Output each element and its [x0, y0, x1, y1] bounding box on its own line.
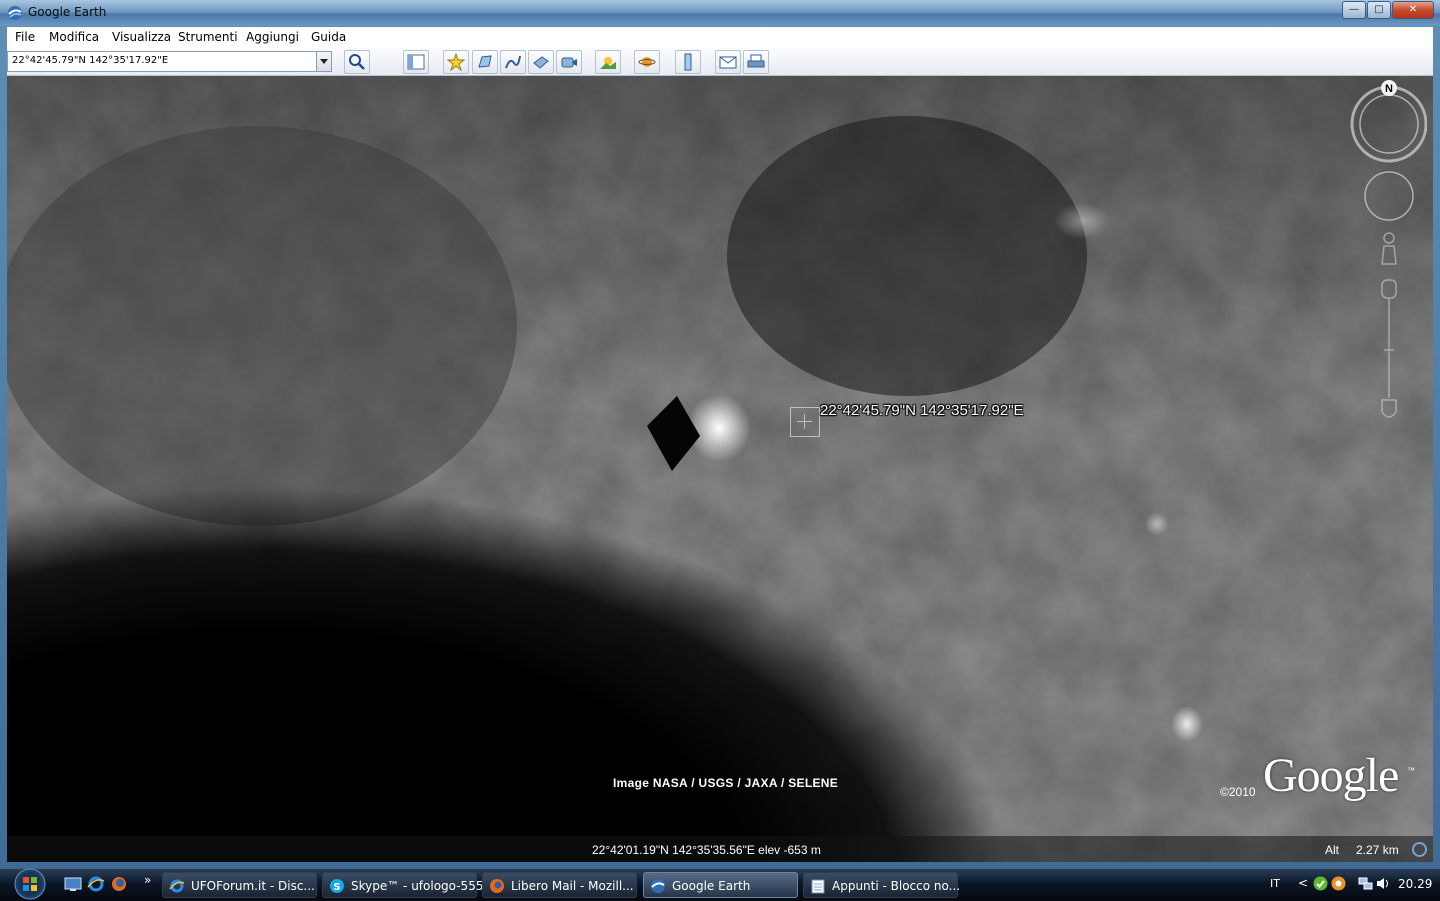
taskbar-item-label: Appunti - Blocco no...	[832, 879, 961, 893]
copyright-year: ©2010	[1220, 785, 1256, 799]
record-tour-button[interactable]	[556, 50, 582, 74]
title-bar[interactable]: Google Earth — □ ✕	[0, 0, 1440, 26]
clock[interactable]: 20.29	[1398, 877, 1432, 891]
search-input-value: 22°42'45.79"N 142°35'17.92"E	[12, 55, 169, 66]
search-button[interactable]	[344, 50, 370, 74]
compass-north-label: N	[1385, 83, 1393, 95]
add-image-overlay-button[interactable]	[528, 50, 554, 74]
placemark-icon	[447, 53, 465, 71]
add-path-button[interactable]	[500, 50, 526, 74]
notepad-icon	[811, 879, 825, 894]
email-icon	[719, 56, 737, 69]
menu-visualizza[interactable]: Visualizza	[112, 30, 171, 44]
firefox-icon[interactable]	[110, 875, 128, 893]
print-button[interactable]	[743, 50, 769, 74]
altitude-label: Alt	[1325, 843, 1340, 857]
volume-icon[interactable]	[1376, 876, 1391, 891]
google-earth-app-icon	[8, 6, 22, 20]
search-dropdown-button[interactable]	[316, 52, 331, 71]
internet-explorer-icon[interactable]	[87, 875, 105, 893]
placemark-label[interactable]: 22°42'45.79"N 142°35'17.92"E	[820, 402, 1024, 419]
skype-icon: S	[330, 879, 344, 893]
show-desktop-icon[interactable]	[64, 875, 82, 893]
show-hidden-icons-button[interactable]: <	[1298, 876, 1308, 890]
taskbar-item-libero-mail[interactable]: Libero Mail - Mozill...	[482, 872, 637, 898]
record-tour-icon	[561, 57, 577, 68]
svg-text:S: S	[333, 882, 340, 893]
menu-guida[interactable]: Guida	[311, 30, 346, 44]
maximize-button[interactable]: □	[1367, 1, 1391, 19]
sidebar-icon	[407, 54, 425, 70]
logo-trademark: ™	[1407, 766, 1415, 775]
move-joystick[interactable]	[1364, 171, 1414, 221]
minimize-button[interactable]: —	[1342, 1, 1366, 19]
path-icon	[505, 55, 521, 69]
green-check-tray-icon[interactable]	[1313, 876, 1328, 891]
sidebar-toggle-button[interactable]	[403, 50, 429, 74]
window-title: Google Earth	[28, 5, 107, 19]
menu-file[interactable]: File	[15, 30, 35, 44]
navigation-controls: N	[1350, 80, 1427, 418]
taskbar-item-skype[interactable]: S Skype™ - ufologo-555	[322, 872, 483, 898]
language-indicator[interactable]: IT	[1270, 877, 1280, 890]
add-polygon-button[interactable]	[472, 50, 498, 74]
network-icon[interactable]	[1358, 876, 1373, 891]
toolbar: 22°42'45.79"N 142°35'17.92"E	[7, 48, 1433, 76]
switch-planets-button[interactable]	[634, 50, 660, 74]
menu-modifica[interactable]: Modifica	[49, 30, 99, 44]
menu-aggiungi[interactable]: Aggiungi	[246, 30, 299, 44]
google-earth-icon	[651, 879, 665, 893]
pointer-coordinates: 22°42'01.19"N 142°35'35.56"E elev -653 m	[592, 843, 821, 857]
window-controls: — □ ✕	[1341, 1, 1434, 19]
quick-launch-more[interactable]: »	[144, 873, 151, 887]
add-placemark-button[interactable]	[443, 50, 469, 74]
google-logo: Google	[1263, 749, 1399, 802]
altitude-value: 2.27 km	[1356, 843, 1399, 857]
lunar-terrain-image	[7, 76, 1433, 862]
taskbar-item-label: Google Earth	[672, 879, 751, 893]
status-bar: 22°42'01.19"N 142°35'35.56"E elev -653 m…	[7, 836, 1433, 862]
sun-icon	[600, 57, 616, 69]
print-icon	[747, 54, 765, 68]
streaming-status-icon	[1412, 842, 1427, 857]
street-view-pegman-icon[interactable]	[1381, 232, 1397, 265]
google-earth-window: Google Earth — □ ✕ File Modifica Visuali…	[0, 0, 1440, 868]
zoom-slider[interactable]	[1381, 279, 1397, 418]
image-overlay-icon	[533, 56, 549, 69]
taskbar-item-label: Skype™ - ufologo-555	[351, 879, 484, 893]
map-viewport[interactable]: 22°42'45.79"N 142°35'17.92"E Image NASA …	[7, 76, 1433, 862]
sunlight-button[interactable]	[595, 50, 621, 74]
placemark-marker[interactable]	[790, 407, 820, 437]
search-input[interactable]: 22°42'45.79"N 142°35'17.92"E	[7, 51, 332, 72]
start-button[interactable]	[8, 868, 52, 900]
look-joystick[interactable]: N	[1350, 80, 1427, 163]
taskbar-item-label: Libero Mail - Mozill...	[511, 879, 634, 893]
ie-icon	[169, 879, 185, 893]
skype-tray-icon[interactable]	[1331, 876, 1346, 891]
menu-strumenti[interactable]: Strumenti	[178, 30, 238, 44]
polygon-icon	[478, 55, 492, 68]
ruler-icon	[684, 53, 692, 71]
taskbar-item-ufoforum[interactable]: UFOForum.it - Disc...	[162, 872, 317, 898]
imagery-credit: Image NASA / USGS / JAXA / SELENE	[613, 776, 839, 790]
taskbar-item-notepad[interactable]: Appunti - Blocco no...	[803, 872, 961, 898]
email-button[interactable]	[715, 50, 741, 74]
taskbar-item-label: UFOForum.it - Disc...	[191, 879, 315, 893]
firefox-icon	[490, 879, 504, 893]
taskbar-item-google-earth[interactable]: Google Earth	[643, 872, 798, 898]
planets-icon	[638, 57, 656, 67]
search-icon	[349, 54, 365, 70]
menu-bar: File Modifica Visualizza Strumenti Aggiu…	[7, 27, 1433, 49]
ruler-button[interactable]	[675, 50, 701, 74]
close-button[interactable]: ✕	[1392, 1, 1434, 19]
